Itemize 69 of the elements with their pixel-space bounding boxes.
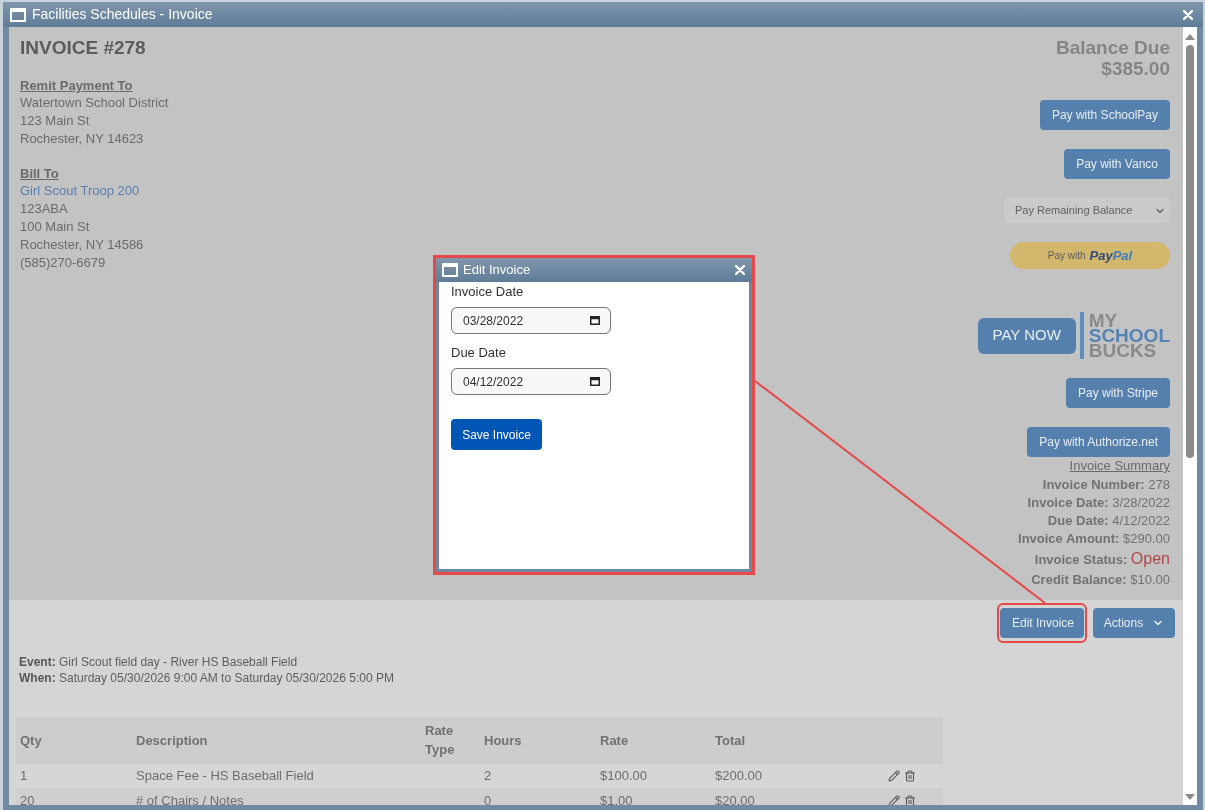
window-title: Facilities Schedules - Invoice: [32, 5, 213, 24]
pay-button[interactable]: Pay with Authorize.net: [1027, 427, 1170, 457]
column-header: Description: [136, 731, 208, 750]
section-heading: Remit Payment To: [20, 78, 134, 94]
close-icon[interactable]: [735, 265, 745, 275]
window-icon: [10, 7, 26, 22]
pay-button[interactable]: Pay with Stripe: [1065, 378, 1170, 408]
scrollbar-thumb[interactable]: [1186, 45, 1194, 458]
table-cell-text: $1.00: [600, 791, 633, 805]
pencil-icon[interactable]: [888, 770, 900, 782]
save-button[interactable]: Save Invoice: [451, 419, 542, 450]
dialog-title: Edit Invoice: [463, 261, 531, 280]
pencil-icon[interactable]: [888, 794, 900, 805]
school-bucks-logo: MY SCHOOL BUCKS: [1079, 312, 1170, 359]
table-cell-text: # of Chairs / Notes: [136, 791, 244, 805]
status-line: Invoice Status: Open: [1034, 549, 1170, 569]
summary-line: Credit Balance: $10.00: [1031, 571, 1170, 589]
close-icon[interactable]: [1183, 9, 1193, 20]
column-header: Rate: [600, 731, 629, 750]
address-line: Rochester, NY 14623: [20, 130, 145, 148]
table-cell-text: $200.00: [715, 767, 762, 786]
summary-line: Invoice Amount: $290.00: [1018, 530, 1170, 548]
date-field[interactable]: 04/12/2022: [451, 368, 611, 395]
event-line: Event: Girl Scout field day - River HS Baseball Field: [19, 654, 299, 670]
calendar-icon[interactable]: [590, 377, 600, 386]
summary-line: Invoice Number: 278: [1042, 476, 1170, 494]
actions-dropdown[interactable]: Actions: [1093, 608, 1175, 638]
down-arrow-icon[interactable]: [1185, 794, 1195, 800]
calendar-icon[interactable]: [590, 316, 600, 325]
trash-icon[interactable]: [904, 794, 916, 805]
table-cell-text: 0: [484, 791, 492, 805]
event-line: When: Saturday 05/30/2026 9:00 AM to Saturday 05/30/2026 5:00 PM: [19, 670, 395, 686]
scrollbar[interactable]: [1183, 27, 1197, 805]
summary-line: Due Date: 4/12/2022: [1047, 512, 1170, 530]
column-header: Qty: [20, 731, 42, 750]
summary-heading: Invoice Summary: [1069, 458, 1170, 474]
table-cell-text: 2: [484, 767, 492, 786]
column-header: Rate Type: [425, 722, 456, 759]
balance-label: Balance Due: [1055, 37, 1170, 58]
field-label: Invoice Date: [451, 283, 524, 301]
table-cell-text: 1: [20, 767, 28, 786]
address-line: 123ABA: [20, 200, 69, 218]
payment-select[interactable]: Pay Remaining Balance: [1004, 198, 1170, 223]
edit-button[interactable]: Edit Invoice: [1000, 608, 1084, 638]
table-cell-text: 20: [20, 791, 35, 805]
summary-line: Invoice Date: 3/28/2022: [1027, 494, 1170, 512]
invoice-heading: INVOICE #278: [20, 37, 147, 58]
trash-icon[interactable]: [904, 770, 916, 782]
window-icon: [442, 263, 458, 277]
field-label: Due Date: [451, 344, 506, 362]
address-line: Watertown School District: [20, 94, 169, 112]
column-header: Hours: [484, 731, 522, 750]
address-line: 123 Main St: [20, 112, 91, 130]
balance-amount: $385.00: [1101, 58, 1170, 79]
pay-button[interactable]: Pay with Vanco: [1064, 149, 1170, 179]
paypal-button[interactable]: Pay with PayPal: [1010, 242, 1170, 269]
date-field[interactable]: 03/28/2022: [451, 307, 611, 334]
column-header: Total: [715, 731, 746, 750]
table-cell-text: Space Fee - HS Baseball Field: [136, 767, 314, 786]
pay-button[interactable]: Pay with SchoolPay: [1039, 100, 1170, 130]
address-line: (585)270-6679: [20, 254, 107, 272]
section-heading: Bill To: [20, 166, 60, 182]
pay-now-button[interactable]: PAY NOW: [977, 317, 1076, 354]
table-cell-text: $20.00: [715, 791, 755, 805]
address-line: Rochester, NY 14586: [20, 236, 145, 254]
address-line: 100 Main St: [20, 218, 91, 236]
customer-link[interactable]: Girl Scout Troop 200: [20, 182, 140, 200]
table-cell-text: $100.00: [600, 767, 647, 786]
up-arrow-icon[interactable]: [1185, 34, 1195, 40]
